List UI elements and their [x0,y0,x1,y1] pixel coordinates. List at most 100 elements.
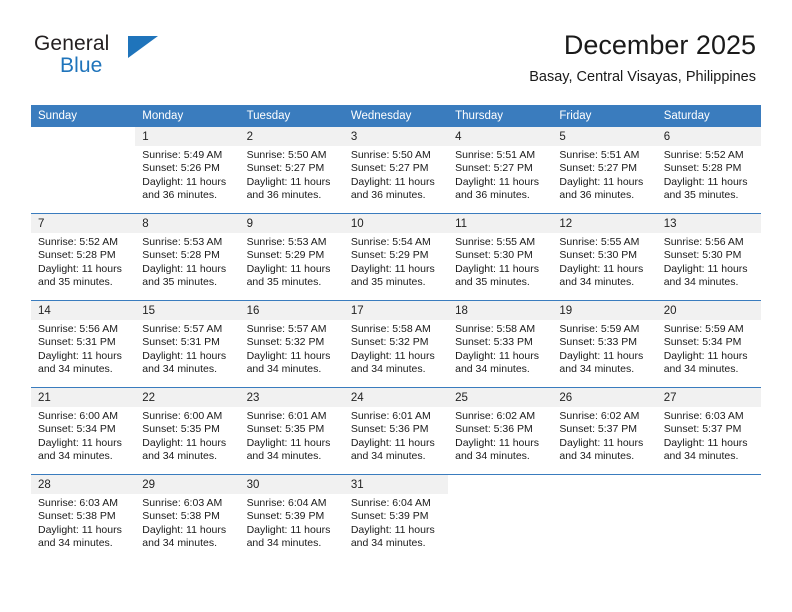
calendar-day-cell[interactable]: 1 Sunrise: 5:49 AM Sunset: 5:26 PM Dayli… [135,127,240,214]
calendar-day-cell[interactable]: 11 Sunrise: 5:55 AM Sunset: 5:30 PM Dayl… [448,213,553,301]
calendar-day-cell[interactable]: 21 Sunrise: 6:00 AM Sunset: 5:34 PM Dayl… [31,387,136,475]
calendar-day-cell[interactable]: 12 Sunrise: 5:55 AM Sunset: 5:30 PM Dayl… [552,213,657,301]
day-number: 17 [343,301,449,320]
calendar-day-cell[interactable]: 2 Sunrise: 5:50 AM Sunset: 5:27 PM Dayli… [239,127,344,214]
calendar-day-cell[interactable]: 25 Sunrise: 6:02 AM Sunset: 5:36 PM Dayl… [448,387,553,475]
daylight-text-line1: Daylight: 11 hours [455,349,539,362]
calendar-day-cell[interactable]: 10 Sunrise: 5:54 AM Sunset: 5:29 PM Dayl… [343,213,449,301]
sunrise-text: Sunrise: 6:02 AM [559,410,640,422]
day-detail: Sunrise: 5:56 AM Sunset: 5:30 PM Dayligh… [657,233,761,300]
sunrise-text: Sunrise: 5:57 AM [142,323,223,335]
calendar-day-cell[interactable]: 24 Sunrise: 6:01 AM Sunset: 5:36 PM Dayl… [343,387,449,475]
daylight-text-line2: and 34 minutes. [38,450,113,463]
daylight-text-line1: Daylight: 11 hours [663,436,748,449]
sunrise-text: Sunrise: 5:50 AM [350,149,431,161]
calendar-day-cell[interactable] [656,474,761,561]
weekday-header-sunday: Sunday [31,105,136,127]
day-number [656,475,761,494]
calendar-day-cell[interactable]: 27 Sunrise: 6:03 AM Sunset: 5:37 PM Dayl… [656,387,761,475]
day-detail: Sunrise: 6:01 AM Sunset: 5:35 PM Dayligh… [240,407,344,474]
daylight-text-line2: and 36 minutes. [455,189,530,202]
day-detail: Sunrise: 5:50 AM Sunset: 5:27 PM Dayligh… [240,146,344,213]
weekday-header-friday: Friday [552,105,657,127]
day-detail: Sunrise: 5:53 AM Sunset: 5:29 PM Dayligh… [240,233,344,300]
calendar-day-cell[interactable]: 19 Sunrise: 5:59 AM Sunset: 5:33 PM Dayl… [552,300,657,388]
daylight-text-line1: Daylight: 11 hours [246,349,331,362]
weekday-header-thursday: Thursday [448,105,553,127]
calendar-day-cell[interactable]: 23 Sunrise: 6:01 AM Sunset: 5:35 PM Dayl… [239,387,344,475]
calendar-day-cell[interactable]: 20 Sunrise: 5:59 AM Sunset: 5:34 PM Dayl… [656,300,761,388]
calendar-day-cell[interactable]: 16 Sunrise: 5:57 AM Sunset: 5:32 PM Dayl… [239,300,344,388]
calendar-day-cell[interactable] [448,474,553,561]
day-number: 14 [31,301,136,320]
sunrise-text: Sunrise: 6:03 AM [142,497,223,509]
calendar-day-cell[interactable]: 31 Sunrise: 6:04 AM Sunset: 5:39 PM Dayl… [343,474,449,561]
calendar-week-row: 1 Sunrise: 5:49 AM Sunset: 5:26 PM Dayli… [31,127,761,214]
sunset-text: Sunset: 5:28 PM [38,249,116,262]
calendar-day-cell[interactable] [31,127,136,214]
day-detail: Sunrise: 6:00 AM Sunset: 5:34 PM Dayligh… [31,407,135,474]
sunrise-text: Sunrise: 5:50 AM [246,149,327,161]
weekday-header-saturday: Saturday [656,105,761,127]
sunset-text: Sunset: 5:26 PM [142,162,220,175]
day-number: 2 [239,127,344,146]
general-blue-logo[interactable]: General Blue [34,32,164,80]
calendar-day-cell[interactable]: 3 Sunrise: 5:50 AM Sunset: 5:27 PM Dayli… [343,127,449,214]
day-number: 29 [135,475,240,494]
calendar-day-cell[interactable]: 13 Sunrise: 5:56 AM Sunset: 5:30 PM Dayl… [656,213,761,301]
day-detail: Sunrise: 6:03 AM Sunset: 5:37 PM Dayligh… [657,407,761,474]
sunset-text: Sunset: 5:34 PM [38,423,116,436]
sunset-text: Sunset: 5:28 PM [142,249,220,262]
calendar-day-cell[interactable] [552,474,657,561]
day-detail: Sunrise: 5:59 AM Sunset: 5:34 PM Dayligh… [657,320,761,387]
day-number: 23 [239,388,344,407]
daylight-text-line2: and 35 minutes. [142,276,217,289]
sunset-text: Sunset: 5:31 PM [38,336,116,349]
calendar-day-cell[interactable]: 30 Sunrise: 6:04 AM Sunset: 5:39 PM Dayl… [239,474,344,561]
daylight-text-line2: and 35 minutes. [246,276,322,289]
day-detail: Sunrise: 5:58 AM Sunset: 5:33 PM Dayligh… [448,320,552,387]
daylight-text-line2: and 35 minutes. [38,276,113,289]
daylight-text-line1: Daylight: 11 hours [350,262,435,275]
calendar-day-cell[interactable]: 9 Sunrise: 5:53 AM Sunset: 5:29 PM Dayli… [239,213,344,301]
calendar-day-cell[interactable]: 7 Sunrise: 5:52 AM Sunset: 5:28 PM Dayli… [31,213,136,301]
calendar-day-cell[interactable]: 8 Sunrise: 5:53 AM Sunset: 5:28 PM Dayli… [135,213,240,301]
daylight-text-line1: Daylight: 11 hours [455,262,539,275]
sunrise-text: Sunrise: 6:00 AM [38,410,118,422]
day-detail: Sunrise: 6:04 AM Sunset: 5:39 PM Dayligh… [344,494,448,561]
day-number: 10 [343,214,449,233]
daylight-text-line1: Daylight: 11 hours [38,436,122,449]
day-number [552,475,657,494]
sunrise-text: Sunrise: 5:59 AM [663,323,744,335]
calendar-day-cell[interactable]: 28 Sunrise: 6:03 AM Sunset: 5:38 PM Dayl… [31,474,136,561]
calendar-day-cell[interactable]: 4 Sunrise: 5:51 AM Sunset: 5:27 PM Dayli… [448,127,553,214]
daylight-text-line1: Daylight: 11 hours [559,349,644,362]
sunset-text: Sunset: 5:27 PM [350,162,429,175]
sunrise-text: Sunrise: 6:03 AM [663,410,744,422]
calendar-day-cell[interactable]: 5 Sunrise: 5:51 AM Sunset: 5:27 PM Dayli… [552,127,657,214]
calendar-day-cell[interactable]: 22 Sunrise: 6:00 AM Sunset: 5:35 PM Dayl… [135,387,240,475]
day-detail [657,494,761,561]
daylight-text-line2: and 34 minutes. [559,450,635,463]
calendar-day-cell[interactable]: 17 Sunrise: 5:58 AM Sunset: 5:32 PM Dayl… [343,300,449,388]
sunrise-text: Sunrise: 6:01 AM [246,410,327,422]
daylight-text-line1: Daylight: 11 hours [350,523,435,536]
calendar-day-cell[interactable]: 18 Sunrise: 5:58 AM Sunset: 5:33 PM Dayl… [448,300,553,388]
sunset-text: Sunset: 5:30 PM [455,249,533,262]
sunset-text: Sunset: 5:34 PM [663,336,742,349]
daylight-text-line1: Daylight: 11 hours [663,349,748,362]
day-number: 25 [448,388,553,407]
day-detail: Sunrise: 5:51 AM Sunset: 5:27 PM Dayligh… [552,146,656,213]
sunrise-text: Sunrise: 5:52 AM [38,236,118,248]
daylight-text-line2: and 36 minutes. [246,189,322,202]
calendar-day-cell[interactable]: 29 Sunrise: 6:03 AM Sunset: 5:38 PM Dayl… [135,474,240,561]
calendar-day-cell[interactable]: 6 Sunrise: 5:52 AM Sunset: 5:28 PM Dayli… [656,127,761,214]
day-number: 15 [135,301,240,320]
calendar-day-cell[interactable]: 15 Sunrise: 5:57 AM Sunset: 5:31 PM Dayl… [135,300,240,388]
sunrise-text: Sunrise: 5:54 AM [350,236,431,248]
calendar-day-cell[interactable]: 14 Sunrise: 5:56 AM Sunset: 5:31 PM Dayl… [31,300,136,388]
calendar-day-cell[interactable]: 26 Sunrise: 6:02 AM Sunset: 5:37 PM Dayl… [552,387,657,475]
day-detail [552,494,656,561]
daylight-text-line1: Daylight: 11 hours [246,523,331,536]
day-detail: Sunrise: 6:02 AM Sunset: 5:37 PM Dayligh… [552,407,656,474]
